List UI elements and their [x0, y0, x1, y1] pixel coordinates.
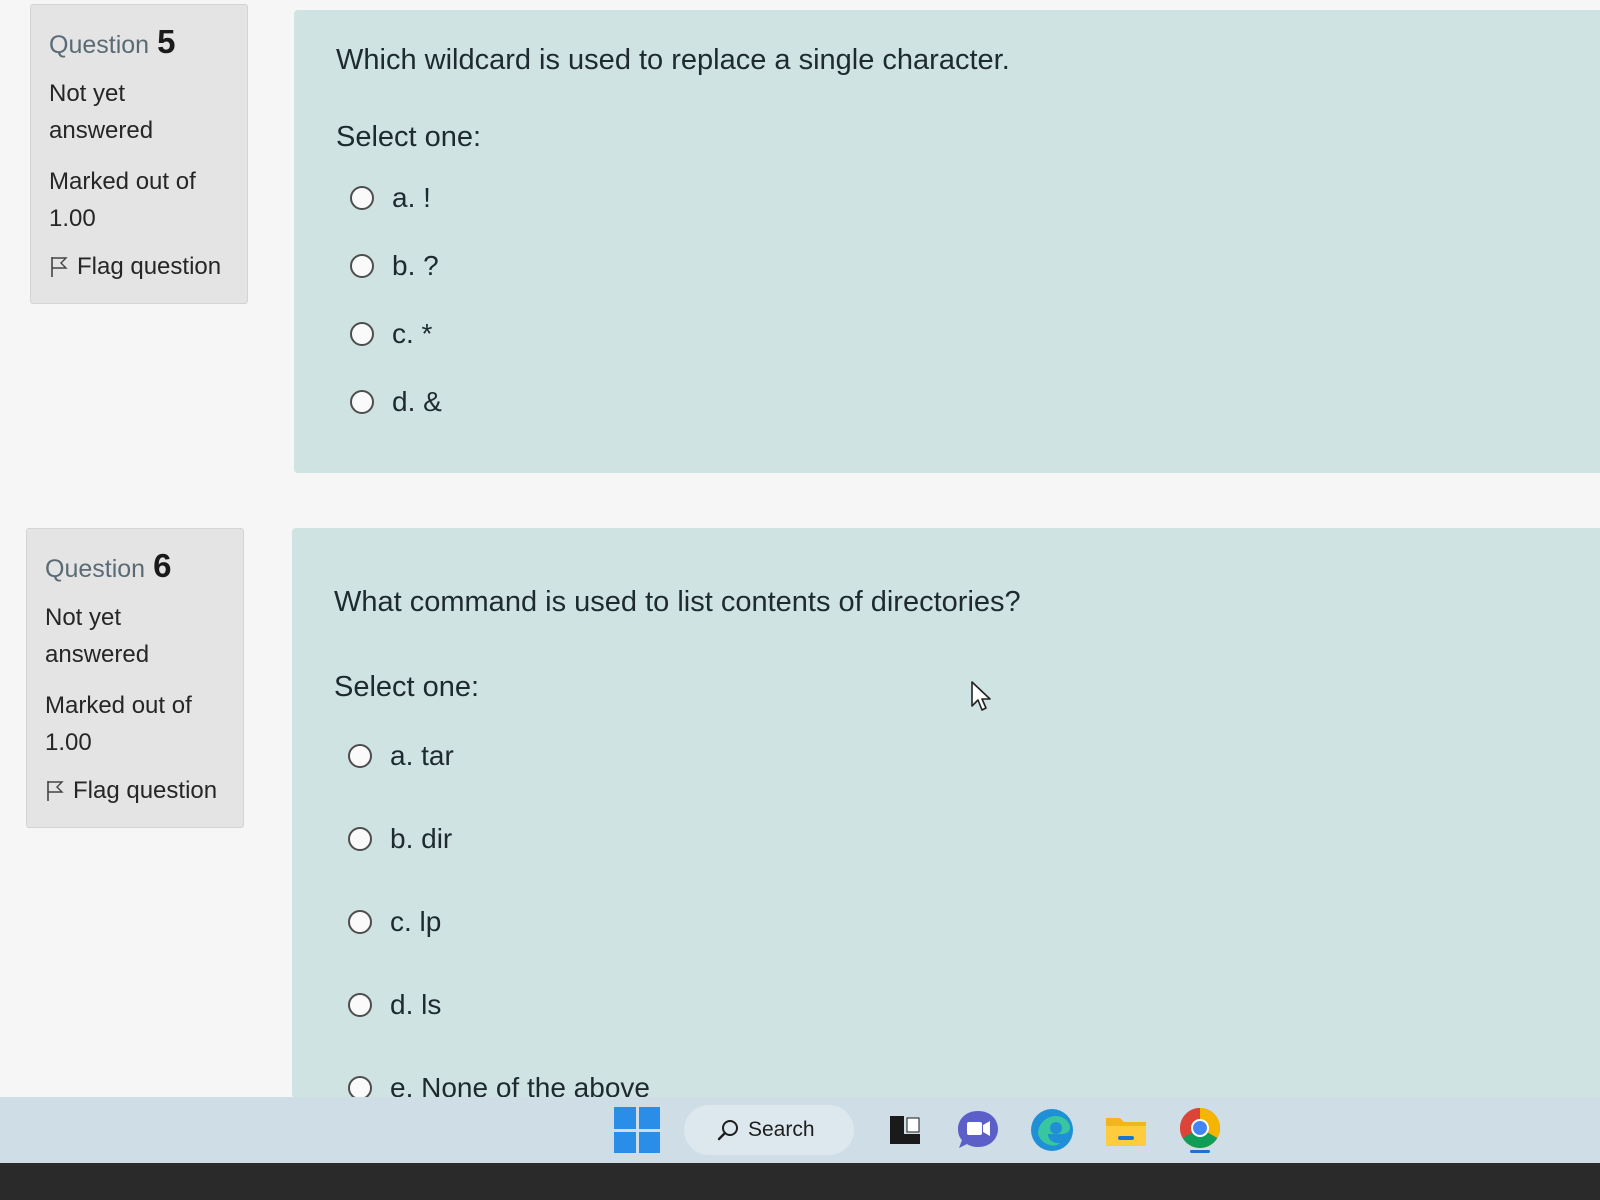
question-text: Which wildcard is used to replace a sing… [336, 44, 1010, 76]
question-number: Question 6 [45, 547, 229, 585]
answer-option-label: a. tar [390, 739, 454, 771]
flag-question-label: Flag question [73, 777, 218, 804]
radio-button[interactable] [350, 254, 374, 278]
select-one-prompt: Select one: [336, 121, 482, 153]
radio-button[interactable] [350, 390, 374, 414]
search-label: Search [748, 1118, 815, 1141]
flag-question-link[interactable]: Flag question [45, 777, 229, 805]
flag-question-label: Flag question [77, 253, 222, 280]
answer-option-label: c. * [392, 318, 433, 349]
teams-chat-icon [958, 1111, 998, 1148]
question-text: What command is used to list contents of… [334, 586, 1021, 618]
answer-option-d[interactable]: d. ls [334, 963, 1558, 1046]
question-5-info: Question 5 Not yet answered Marked out o… [30, 4, 248, 304]
question-number-value: 5 [157, 23, 176, 60]
question-label: Question [45, 555, 146, 583]
edge-button[interactable] [1028, 1103, 1102, 1157]
question-6-info: Question 6 Not yet answered Marked out o… [26, 528, 244, 828]
question-number-value: 6 [153, 547, 172, 584]
teams-chat-button[interactable] [954, 1103, 1028, 1157]
flag-question-link[interactable]: Flag question [49, 253, 233, 281]
search-icon [717, 1120, 738, 1141]
answer-option-d[interactable]: d. & [336, 368, 1558, 436]
screen-bezel [0, 1163, 1600, 1200]
taskbar: Search [0, 1097, 1600, 1163]
answer-option-label: d. & [392, 386, 442, 417]
answer-option-label: b. ? [392, 250, 439, 281]
radio-button[interactable] [348, 992, 372, 1017]
edge-icon [1031, 1109, 1073, 1151]
taskbar-search-button[interactable]: Search [684, 1103, 880, 1157]
question-number: Question 5 [49, 23, 233, 61]
radio-button[interactable] [350, 186, 374, 210]
taskbar-search-box[interactable]: Search [684, 1105, 854, 1155]
start-button[interactable] [614, 1103, 684, 1157]
question-state: Not yet answered [45, 604, 150, 668]
question-6-content: What command is used to list contents of… [292, 528, 1600, 1103]
question-grade: Marked out of 1.00 [45, 692, 192, 756]
answer-option-label: d. ls [390, 988, 442, 1020]
radio-button[interactable] [348, 826, 372, 851]
task-view-icon [890, 1116, 920, 1144]
windows-start-icon [614, 1107, 660, 1153]
question-label: Question [49, 31, 150, 59]
radio-button[interactable] [350, 322, 374, 346]
answer-option-a[interactable]: a. ! [336, 164, 1558, 232]
question-grade: Marked out of 1.00 [49, 168, 196, 232]
chrome-icon [1180, 1108, 1220, 1153]
task-view-button[interactable] [880, 1103, 954, 1157]
question-5-content: Which wildcard is used to replace a sing… [294, 10, 1600, 473]
select-one-prompt: Select one: [334, 671, 480, 703]
flag-icon [51, 257, 68, 277]
file-explorer-button[interactable] [1102, 1103, 1176, 1157]
question-state: Not yet answered [49, 80, 154, 144]
answer-option-a[interactable]: a. tar [334, 714, 1558, 797]
answer-option-label: c. lp [390, 905, 442, 937]
mouse-pointer-icon [971, 681, 991, 711]
answer-option-label: b. dir [390, 822, 453, 854]
radio-button[interactable] [348, 1075, 372, 1100]
radio-button[interactable] [348, 743, 372, 768]
answer-option-c[interactable]: c. lp [334, 880, 1558, 963]
answer-option-c[interactable]: c. * [336, 300, 1558, 368]
chrome-button[interactable] [1176, 1103, 1250, 1157]
answer-option-b[interactable]: b. ? [336, 232, 1558, 300]
answer-option-b[interactable]: b. dir [334, 797, 1558, 880]
answer-option-label: a. ! [392, 182, 431, 213]
flag-icon [47, 781, 64, 801]
radio-button[interactable] [348, 909, 372, 934]
file-explorer-icon [1106, 1118, 1146, 1146]
